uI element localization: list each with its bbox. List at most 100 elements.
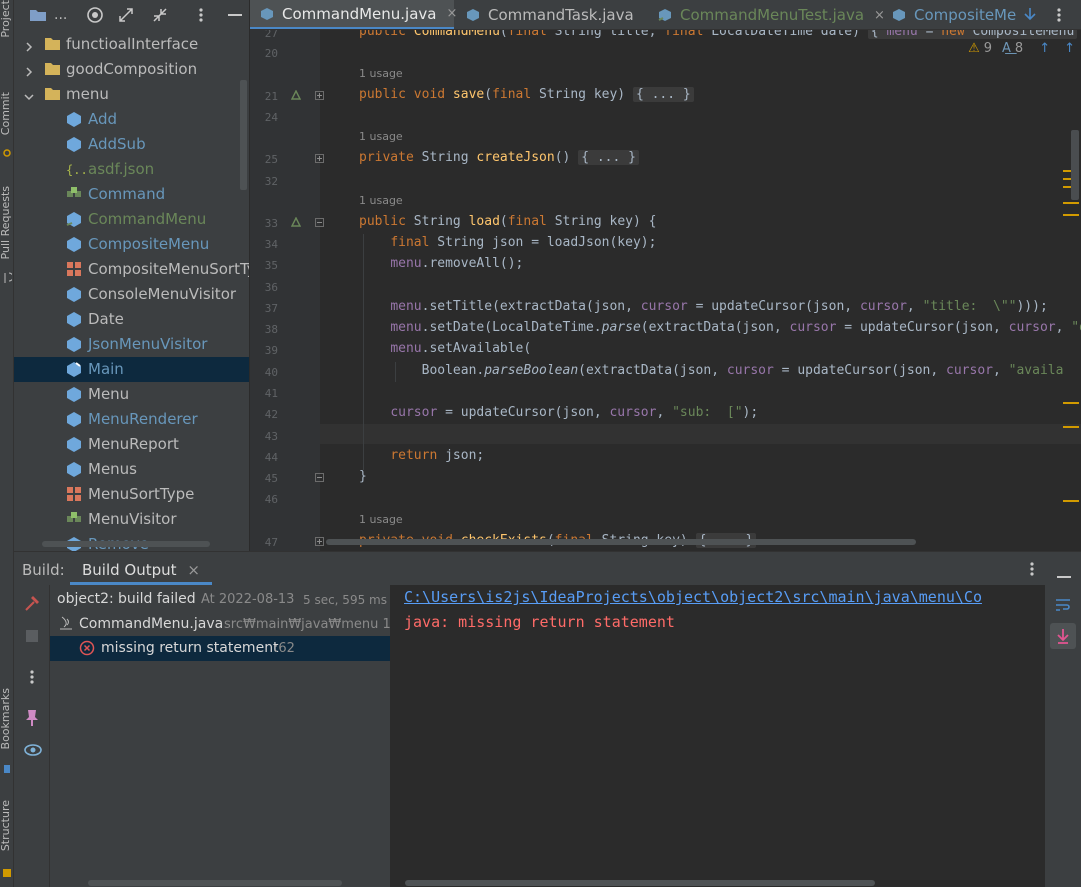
code-line[interactable]: final String json = loadJson(key); bbox=[359, 235, 656, 250]
tree-item-menurenderer[interactable]: MenuRenderer bbox=[14, 407, 249, 432]
tree-folder-goodcomposition[interactable]: goodComposition bbox=[14, 57, 249, 82]
tree-folder-menu[interactable]: menu bbox=[14, 82, 249, 107]
tree-item-compositemenu[interactable]: CompositeMenu bbox=[14, 232, 249, 257]
code-line[interactable]: menu.setTitle(extractData(json, cursor =… bbox=[359, 299, 1047, 314]
implementation-marker-icon[interactable] bbox=[290, 89, 302, 103]
code-line[interactable]: } bbox=[359, 469, 367, 484]
tree-item-menusorttype[interactable]: MenuSortType bbox=[14, 482, 249, 507]
code-line[interactable]: private String createJson() { ... } bbox=[359, 150, 639, 165]
pull-requests-tool-tab[interactable]: Pull Requests bbox=[0, 186, 15, 259]
tree-item-label: Menu bbox=[88, 385, 130, 403]
editor-horizontal-scrollbar[interactable] bbox=[326, 539, 916, 545]
warning-stripe-mark[interactable] bbox=[1063, 402, 1079, 404]
tab-commandmenu-java[interactable]: CommandMenu.java × bbox=[250, 0, 457, 29]
project-scrollbar[interactable] bbox=[240, 80, 247, 190]
hide-panel-icon[interactable] bbox=[225, 5, 245, 25]
usage-hint[interactable]: 1 usage bbox=[359, 67, 403, 80]
tree-item-menureport[interactable]: MenuReport bbox=[14, 432, 249, 457]
project-view-selector[interactable]: ... bbox=[54, 7, 67, 23]
build-tree-scrollbar[interactable] bbox=[88, 880, 342, 886]
soft-wrap-icon[interactable] bbox=[1054, 597, 1072, 617]
tree-item-jsonmenuvisitor[interactable]: JsonMenuVisitor bbox=[14, 332, 249, 357]
line-number: 21 bbox=[264, 90, 278, 103]
code-editor[interactable]: 27 20 21 24 25 32 33 34 35 36 37 38 39 40 41 42 43 44 45 46… bbox=[250, 30, 1081, 551]
warning-stripe-mark[interactable] bbox=[1063, 202, 1079, 204]
project-tool-tab[interactable]: Project bbox=[0, 0, 15, 38]
code-line[interactable]: public String load(final String key) { bbox=[359, 214, 656, 229]
previous-highlight-icon[interactable]: ↑ bbox=[1039, 41, 1050, 56]
tree-item-add[interactable]: Add bbox=[14, 107, 249, 132]
code-line[interactable]: menu.setDate(LocalDateTime.parse(extract… bbox=[359, 320, 1081, 335]
fold-icon[interactable] bbox=[315, 537, 325, 550]
tree-item-menus[interactable]: Menus bbox=[14, 457, 249, 482]
code-line[interactable]: public CommandMenu(final String title, f… bbox=[359, 30, 1078, 39]
tree-item-main[interactable]: Main bbox=[14, 357, 249, 382]
tab-commandtask-java[interactable]: CommandTask.java bbox=[456, 0, 646, 29]
select-opened-file-icon[interactable] bbox=[85, 5, 105, 25]
collapse-all-icon[interactable] bbox=[150, 5, 170, 25]
usage-hint[interactable]: 1 usage bbox=[359, 194, 403, 207]
options-menu-icon[interactable] bbox=[191, 5, 211, 25]
code-line[interactable]: Boolean.parseBoolean(extractData(json, c… bbox=[359, 363, 1064, 378]
eye-icon[interactable] bbox=[23, 743, 43, 761]
build-file-row[interactable]: CommandMenu.java src₩main₩java₩menu 1 bbox=[50, 612, 390, 637]
chevron-down-icon[interactable] bbox=[24, 90, 34, 101]
usage-hint[interactable]: 1 usage bbox=[359, 513, 403, 526]
tree-item-commandmenu[interactable]: CommandMenu bbox=[14, 207, 249, 232]
tree-item-menuvisitor[interactable]: MenuVisitor bbox=[14, 507, 249, 532]
fold-icon[interactable] bbox=[315, 218, 325, 231]
warning-stripe-mark[interactable] bbox=[1063, 500, 1079, 502]
next-highlight-icon[interactable]: ↑ bbox=[1064, 41, 1075, 56]
warning-stripe-mark[interactable] bbox=[1063, 214, 1079, 216]
code-line[interactable]: menu.setAvailable( bbox=[359, 341, 531, 356]
build-root-row[interactable]: object2: build failed At 2022-08-13 5 se… bbox=[50, 587, 390, 612]
tree-item-date[interactable]: Date bbox=[14, 307, 249, 332]
usage-hint[interactable]: 1 usage bbox=[359, 130, 403, 143]
build-options-icon[interactable] bbox=[1029, 561, 1035, 581]
stop-build-icon[interactable] bbox=[25, 629, 39, 647]
fold-icon[interactable] bbox=[315, 91, 325, 104]
tree-item-command[interactable]: Command bbox=[14, 182, 249, 207]
fold-icon[interactable] bbox=[315, 154, 325, 167]
expand-all-icon[interactable] bbox=[116, 5, 136, 25]
build-error-row[interactable]: missing return statement :62 bbox=[50, 636, 390, 661]
tree-item-addsub[interactable]: AddSub bbox=[14, 132, 249, 157]
tab-commandmenutest-java[interactable]: CommandMenuTest.java × bbox=[648, 0, 885, 29]
code-line[interactable]: public void save(final String key) { ...… bbox=[359, 87, 694, 102]
tree-item-consolemenuvisitor[interactable]: ConsoleMenuVisitor bbox=[14, 282, 249, 307]
project-horizontal-scrollbar[interactable] bbox=[42, 541, 210, 547]
pin-icon[interactable] bbox=[24, 709, 40, 731]
tab-compositemenu-java[interactable]: CompositeMe bbox=[882, 0, 1022, 29]
code-line[interactable]: cursor = updateCursor(json, cursor, "sub… bbox=[359, 405, 758, 420]
code-line[interactable]: return json; bbox=[359, 448, 484, 463]
line-number: 27 bbox=[264, 30, 278, 40]
chevron-right-icon[interactable] bbox=[24, 40, 33, 52]
project-folder-icon[interactable] bbox=[28, 5, 48, 25]
hide-build-icon[interactable] bbox=[1057, 567, 1071, 583]
tree-item-compositemenusorttype[interactable]: CompositeMenuSortType bbox=[14, 257, 249, 282]
console-file-link[interactable]: C:\Users\is2js\IdeaProjects\object\objec… bbox=[404, 588, 982, 606]
implementation-marker-icon[interactable] bbox=[290, 216, 302, 230]
commit-tool-tab[interactable]: Commit bbox=[0, 92, 15, 135]
console-scrollbar[interactable] bbox=[405, 880, 875, 886]
bookmarks-tool-tab[interactable]: Bookmarks bbox=[0, 688, 15, 749]
close-build-tab-icon[interactable]: × bbox=[187, 561, 200, 579]
chevron-right-icon[interactable] bbox=[24, 65, 33, 77]
tree-item-asdf.json[interactable]: {..}asdf.json bbox=[14, 157, 249, 182]
more-actions-icon[interactable] bbox=[29, 669, 35, 689]
editor-scrollbar[interactable] bbox=[1071, 130, 1079, 200]
warning-stripe-mark[interactable] bbox=[1063, 426, 1079, 428]
show-hidden-tabs-icon[interactable] bbox=[1022, 6, 1038, 26]
build-console[interactable]: C:\Users\is2js\IdeaProjects\object\objec… bbox=[391, 585, 1045, 887]
tab-options-icon[interactable] bbox=[1056, 7, 1062, 27]
tree-item-menu[interactable]: Menu bbox=[14, 382, 249, 407]
structure-tool-tab[interactable]: Structure bbox=[0, 800, 15, 851]
tree-folder-functioalinterface[interactable]: functioalInterface bbox=[14, 32, 249, 57]
inspection-widget[interactable]: ⚠ 9 A͟ 8 ↑ ↑ bbox=[968, 39, 1075, 57]
tab-build-output[interactable]: Build Output × bbox=[70, 552, 212, 585]
code-line[interactable]: menu.removeAll(); bbox=[359, 256, 523, 271]
build-hammer-icon[interactable] bbox=[23, 595, 41, 617]
java-class-icon bbox=[466, 8, 480, 22]
fold-icon[interactable] bbox=[315, 473, 325, 486]
scroll-to-end-button[interactable] bbox=[1050, 623, 1076, 649]
